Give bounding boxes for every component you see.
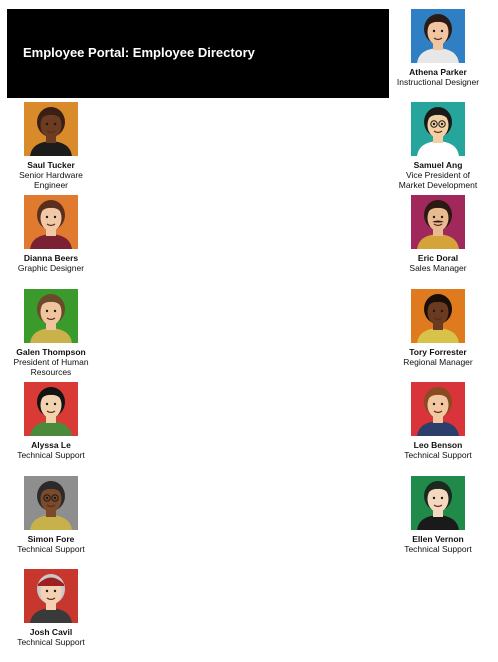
employee-name[interactable]: Samuel Ang <box>393 160 483 170</box>
employee-card-tory-forrester[interactable]: Tory Forrester Regional Manager <box>393 289 483 367</box>
directory-header: Employee Portal: Employee Directory <box>7 9 389 98</box>
employee-name[interactable]: Dianna Beers <box>6 253 96 263</box>
employee-title: Instructional Designer <box>396 77 480 87</box>
person-woman-dark-hair-icon[interactable] <box>411 9 465 63</box>
person-woman-brown-hair-icon[interactable] <box>24 195 78 249</box>
person-man-suit-icon[interactable] <box>411 382 465 436</box>
employee-name[interactable]: Galen Thompson <box>6 347 96 357</box>
employee-title: Graphic Designer <box>17 263 85 273</box>
employee-card-samuel-ang[interactable]: Samuel Ang Vice President of Market Devel… <box>393 102 483 190</box>
employee-name[interactable]: Ellen Vernon <box>393 534 483 544</box>
person-man-mustache-icon[interactable] <box>411 195 465 249</box>
employee-title: Technical Support <box>17 450 85 460</box>
employee-name[interactable]: Simon Fore <box>6 534 96 544</box>
employee-card-ellen-vernon[interactable]: Ellen Vernon Technical Support <box>393 476 483 554</box>
person-man-glasses-icon[interactable] <box>411 102 465 156</box>
employee-title: Sales Manager <box>409 263 467 273</box>
person-man-cap-icon[interactable] <box>24 569 78 623</box>
employee-card-athena-parker[interactable]: Athena Parker Instructional Designer <box>393 9 483 87</box>
employee-name[interactable]: Tory Forrester <box>393 347 483 357</box>
page-title: Employee Portal: Employee Directory <box>23 45 255 60</box>
employee-card-leo-benson[interactable]: Leo Benson Technical Support <box>393 382 483 460</box>
employee-title: Senior Hardware Engineer <box>19 170 83 190</box>
employee-name[interactable]: Saul Tucker <box>6 160 96 170</box>
employee-name[interactable]: Athena Parker <box>393 67 483 77</box>
person-man-beanie-icon[interactable] <box>24 476 78 530</box>
employee-card-josh-cavil[interactable]: Josh Cavil Technical Support <box>6 569 96 647</box>
employee-card-simon-fore[interactable]: Simon Fore Technical Support <box>6 476 96 554</box>
employee-name[interactable]: Alyssa Le <box>6 440 96 450</box>
employee-card-saul-tucker[interactable]: Saul Tucker Senior Hardware Engineer <box>6 102 96 190</box>
employee-name[interactable]: Eric Doral <box>393 253 483 263</box>
employee-name[interactable]: Leo Benson <box>393 440 483 450</box>
employee-title: Technical Support <box>17 544 85 554</box>
employee-title: Technical Support <box>404 450 472 460</box>
employee-card-galen-thompson[interactable]: Galen Thompson President of Human Resourc… <box>6 289 96 377</box>
employee-title: Technical Support <box>404 544 472 554</box>
employee-title: Vice President of Market Development <box>398 170 478 190</box>
employee-title: Regional Manager <box>403 357 473 367</box>
employee-title: Technical Support <box>17 637 85 647</box>
employee-title: President of Human Resources <box>13 357 89 377</box>
employee-name[interactable]: Josh Cavil <box>6 627 96 637</box>
employee-card-eric-doral[interactable]: Eric Doral Sales Manager <box>393 195 483 273</box>
person-woman-short-hair-icon[interactable] <box>411 476 465 530</box>
employee-card-dianna-beers[interactable]: Dianna Beers Graphic Designer <box>6 195 96 273</box>
person-woman-black-hair-icon[interactable] <box>24 382 78 436</box>
person-man-bald-icon[interactable] <box>24 102 78 156</box>
person-man-smiling-icon[interactable] <box>24 289 78 343</box>
employee-card-alyssa-le[interactable]: Alyssa Le Technical Support <box>6 382 96 460</box>
person-woman-curly-hair-icon[interactable] <box>411 289 465 343</box>
